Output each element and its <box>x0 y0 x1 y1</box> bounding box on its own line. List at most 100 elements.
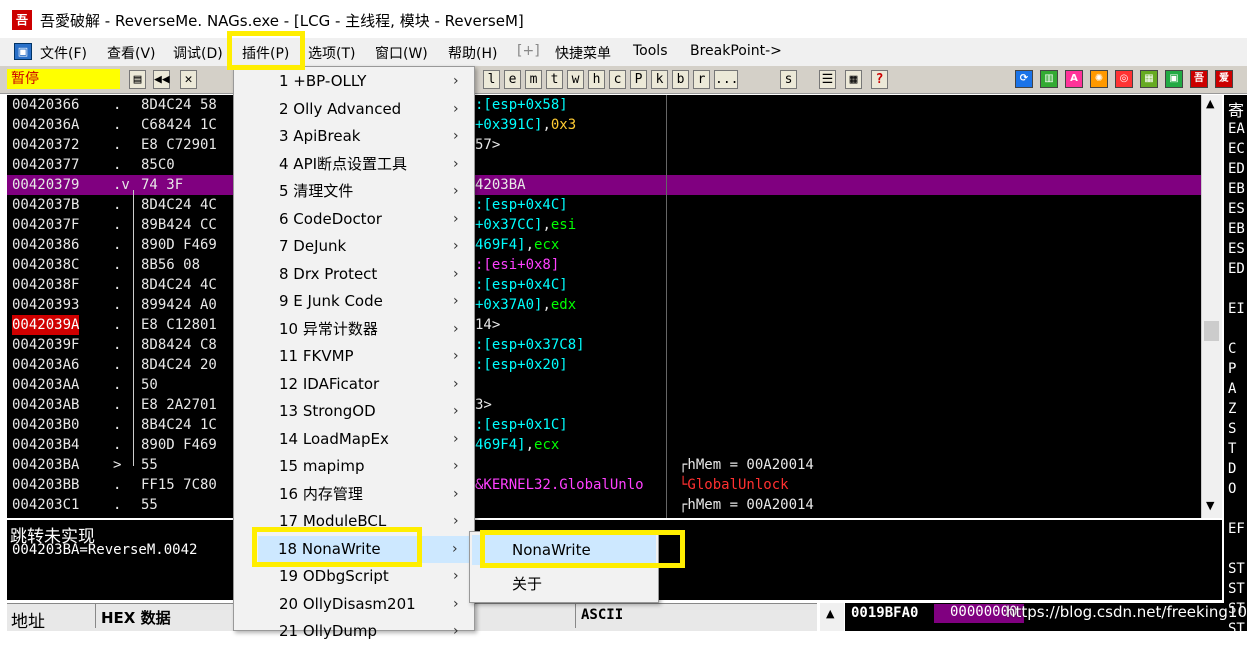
toolbar-letter-button[interactable]: P <box>630 70 647 89</box>
dump-col-hex[interactable]: HEX 数据 <box>101 607 171 628</box>
disasm-row[interactable]: 00420393. 899424 A0 +0x37A0],edx <box>7 295 1201 315</box>
menu-2[interactable]: 调试(D) <box>173 43 223 63</box>
toolbar-letter-button[interactable]: l <box>483 70 500 89</box>
scroll-up-icon[interactable]: ▲ <box>826 607 834 620</box>
disasm-row[interactable]: 00420366. 8D4C24 58:[esp+0x58] <box>7 95 1201 115</box>
menu-6[interactable]: 帮助(H) <box>448 43 497 63</box>
a-icon[interactable]: A <box>1065 70 1083 88</box>
disasm-row[interactable]: 004203A6. 8D4C24 20:[esp+0x20] <box>7 355 1201 375</box>
brand-icon-2[interactable]: 爱 <box>1215 70 1233 88</box>
toolbar-letter-button[interactable]: t <box>546 70 563 89</box>
plugin-menu-item[interactable]: 7 DeJunk › <box>235 233 473 260</box>
register-pane[interactable]: 寄 EA EC ED EB ES EB ES ED EI C P A Z S T D O EF ST ST ST ST <box>1224 95 1247 631</box>
plugin-menu-item[interactable]: 5 清理文件 › <box>235 178 473 205</box>
row-address: 0042038C <box>12 257 80 273</box>
menu-5[interactable]: 窗口(W) <box>375 43 428 63</box>
plugin-menu-item[interactable]: 6 CodeDoctor › <box>235 206 473 233</box>
refresh-icon[interactable]: ⟳ <box>1015 70 1033 88</box>
disasm-row[interactable]: 004203B4. 890D F469 469F4],ecx <box>7 435 1201 455</box>
disasm-row[interactable]: 0042036A. C68424 1C +0x391C],0x3 <box>7 115 1201 135</box>
disasm-row[interactable]: 004203C1. 55 ┌hMem = 00A20014 <box>7 495 1201 515</box>
list-icon[interactable]: ☰ <box>819 70 836 89</box>
plugin-menu-item[interactable]: 4 API断点设置工具 › <box>235 151 473 178</box>
plugin-menu-item[interactable]: 1 +BP-OLLY › <box>235 68 473 95</box>
toolbar-letter-button[interactable]: s <box>780 70 797 89</box>
dump-col-ascii[interactable]: ASCII <box>581 607 623 623</box>
plugin-menu-item[interactable]: 20 OllyDisasm201 › <box>235 591 473 618</box>
plugin-menu-item[interactable]: 3 ApiBreak › <box>235 123 473 150</box>
disasm-row[interactable]: 00420372. E8 C72901 57> <box>7 135 1201 155</box>
window-icon[interactable]: ▣ <box>1165 70 1183 88</box>
chevron-right-icon: › <box>452 540 458 557</box>
app-menu-icon[interactable]: ▣ <box>14 43 32 60</box>
disasm-scrollbar[interactable]: ▲ ▼ <box>1201 95 1222 518</box>
gear-icon[interactable]: ✺ <box>1090 70 1108 88</box>
dump-scrollbar[interactable]: ▲ <box>820 603 844 631</box>
target-icon[interactable]: ◎ <box>1115 70 1133 88</box>
help-icon[interactable]: ? <box>871 70 888 89</box>
disasm-row[interactable]: 00420377. 85C0 <box>7 155 1201 175</box>
disasm-row[interactable]: 0042039F. 8D8424 C8:[esp+0x37C8] <box>7 335 1201 355</box>
plugin-menu-item[interactable]: 21 OllyDump › <box>235 618 473 645</box>
row-marker: . <box>113 97 122 113</box>
stack-address: 0019BFA0 <box>851 605 919 621</box>
toolbar-letter-button[interactable]: k <box>651 70 668 89</box>
disasm-row[interactable]: 0042038F. 8D4C24 4C:[esp+0x4C] <box>7 275 1201 295</box>
menu-item-about[interactable]: 关于 <box>472 569 656 599</box>
toolbar-letter-button[interactable]: e <box>504 70 521 89</box>
plugin-menu-item[interactable]: 15 mapimp › <box>235 453 473 480</box>
menu-1[interactable]: 查看(V) <box>107 43 156 63</box>
toolbar-letter-button[interactable]: r <box>693 70 710 89</box>
disasm-row[interactable]: 0042039A. E8 C12801 14> <box>7 315 1201 335</box>
menu-10[interactable]: BreakPoint-> <box>690 43 782 59</box>
row-hex: 890D F469 <box>141 237 217 253</box>
grid-icon[interactable]: ▦ <box>845 70 862 89</box>
disasm-row[interactable]: 004203AB. E8 2A2701 3> <box>7 395 1201 415</box>
asm-token: +0x37CC] <box>475 217 543 233</box>
disasm-row[interactable]: 0042038C. 8B56 08:[esi+0x8] <box>7 255 1201 275</box>
disasm-row[interactable]: 004203BA >55 ┌hMem = 00A20014 <box>7 455 1201 475</box>
plugin-menu-item[interactable]: 10 异常计数器 › <box>235 316 473 343</box>
disasm-row[interactable]: 004203AA. 50 <box>7 375 1201 395</box>
open-icon[interactable]: ▤ <box>129 70 146 89</box>
scroll-down-icon[interactable]: ▼ <box>1206 499 1214 512</box>
menu-7[interactable]: [+] <box>517 43 540 59</box>
menu-9[interactable]: Tools <box>633 43 668 59</box>
menu-0[interactable]: 文件(F) <box>40 43 87 63</box>
calc-icon[interactable]: ▦ <box>1140 70 1158 88</box>
plugin-menu-item[interactable]: 2 Olly Advanced › <box>235 96 473 123</box>
toolbar-letter-button[interactable]: c <box>609 70 626 89</box>
plugin-icon[interactable]: ▥ <box>1040 70 1058 88</box>
plugin-menu-item[interactable]: 16 内存管理 › <box>235 481 473 508</box>
toolbar-letter-button[interactable]: m <box>525 70 542 89</box>
plugin-menu-item[interactable]: 8 Drx Protect › <box>235 261 473 288</box>
register-label: D <box>1228 461 1237 477</box>
disassembly-pane[interactable]: 00420366. 8D4C24 58:[esp+0x58] 0042036A. C6… <box>7 95 1201 518</box>
asm-token: , <box>542 297 551 313</box>
menu-8[interactable]: 快捷菜单 <box>555 43 611 63</box>
disasm-row[interactable]: 0042037B. 8D4C24 4C:[esp+0x4C] <box>7 195 1201 215</box>
close-icon[interactable]: ✕ <box>180 70 197 89</box>
scroll-up-icon[interactable]: ▲ <box>1206 97 1214 110</box>
plugin-menu-item[interactable]: 12 IDAFicator › <box>235 371 473 398</box>
menu-4[interactable]: 选项(T) <box>308 43 355 63</box>
scroll-thumb[interactable] <box>1204 321 1219 341</box>
menu-item-label: 1 +BP-OLLY <box>279 72 367 90</box>
toolbar-letter-button[interactable]: w <box>567 70 584 89</box>
plugin-menu-item[interactable]: 9 E Junk Code › <box>235 288 473 315</box>
toolbar-letter-button[interactable]: h <box>588 70 605 89</box>
toolbar-letter-button[interactable]: ... <box>714 70 738 89</box>
disasm-row[interactable]: 004203B0. 8B4C24 1C:[esp+0x1C] <box>7 415 1201 435</box>
disasm-row[interactable]: 00420379 .v 74 3F 4203BA <box>7 175 1201 195</box>
plugin-menu-item[interactable]: 14 LoadMapEx › <box>235 426 473 453</box>
toolbar-letter-button[interactable]: b <box>672 70 689 89</box>
plugin-menu-item[interactable]: 13 StrongOD › <box>235 398 473 425</box>
disasm-row[interactable]: 0042037F. 89B424 CC +0x37CC],esi <box>7 215 1201 235</box>
disasm-row[interactable]: 00420386. 890D F469 469F4],ecx <box>7 235 1201 255</box>
rewind-icon[interactable]: ◀◀ <box>153 70 170 89</box>
disasm-row[interactable]: 004203BB. FF15 7C80 &KERNEL32.GlobalUnlo └G… <box>7 475 1201 495</box>
plugin-menu-item[interactable]: 11 FKVMP › <box>235 343 473 370</box>
brand-icon-1[interactable]: 吾 <box>1190 70 1208 88</box>
plugin-menu-item[interactable]: 19 ODbgScript › <box>235 563 473 590</box>
dump-col-address[interactable]: 地址 <box>11 607 45 632</box>
